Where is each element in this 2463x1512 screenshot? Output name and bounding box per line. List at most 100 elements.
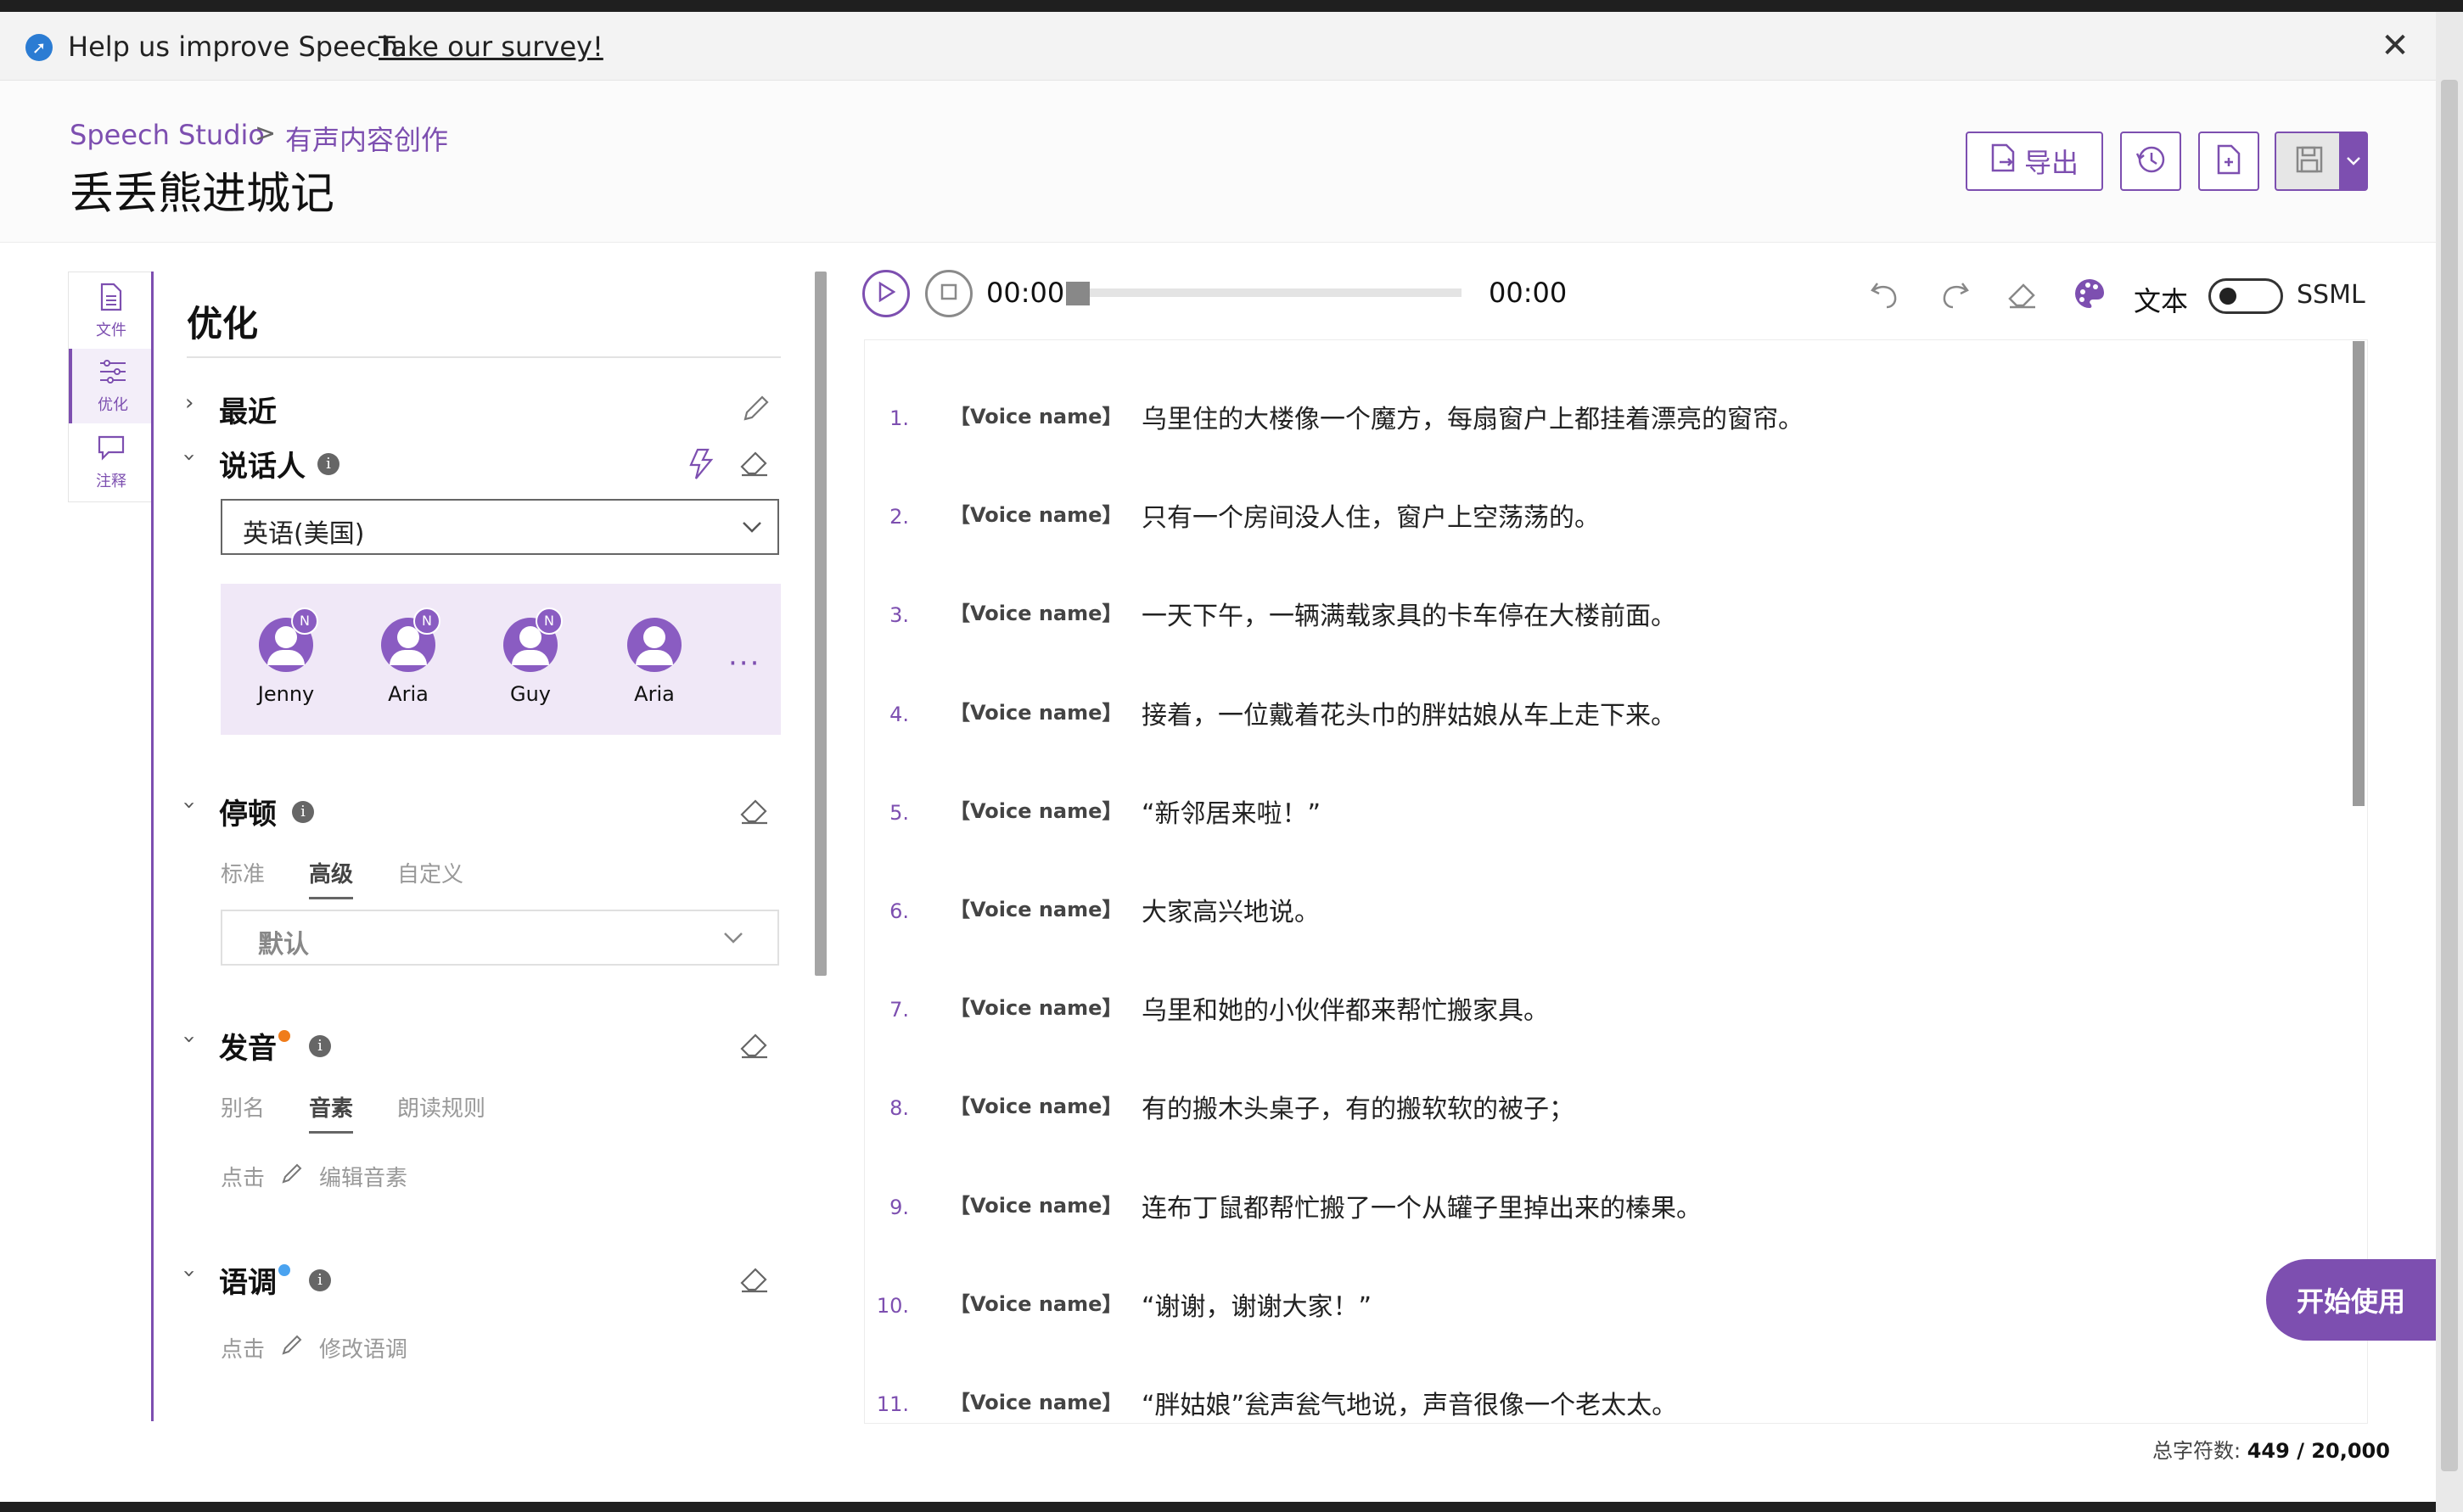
eraser-icon[interactable] (738, 1264, 772, 1298)
tab-alias[interactable]: 别名 (221, 1091, 265, 1134)
page-scrollbar-thumb[interactable] (2441, 80, 2458, 1471)
voice-name-tag[interactable]: 【Voice name】 (950, 794, 1122, 824)
nav-item-comments[interactable]: 注释 (69, 425, 154, 500)
script-line[interactable]: 2. 【Voice name】 只有一个房间没人住，窗户上空荡荡的。 (865, 493, 2342, 544)
auto-assign-icon[interactable] (687, 448, 721, 482)
script-line[interactable]: 3. 【Voice name】 一天下午，一辆满载家具的卡车停在大楼前面。 (865, 591, 2342, 642)
tab-phoneme[interactable]: 音素 (309, 1091, 354, 1134)
tab-pause-custom[interactable]: 自定义 (397, 857, 463, 899)
chevron-down-icon[interactable]: › (177, 1035, 202, 1044)
script-editor[interactable]: 1. 【Voice name】 乌里住的大楼像一个魔方，每扇窗户上都挂着漂亮的窗帘。… (864, 339, 2368, 1424)
voice-name-tag[interactable]: 【Voice name】 (950, 400, 1122, 429)
edit-intonation-link[interactable]: 修改语调 (319, 1332, 407, 1364)
save-button[interactable] (2275, 132, 2342, 191)
nav-label-optimize: 优化 (98, 396, 128, 414)
info-icon[interactable]: i (309, 1035, 331, 1057)
line-text[interactable]: 一天下午，一辆满载家具的卡车停在大楼前面。 (1142, 595, 1676, 632)
voice-name-tag[interactable]: 【Voice name】 (950, 1287, 1122, 1317)
voice-name-tag[interactable]: 【Voice name】 (950, 991, 1122, 1021)
voice-item[interactable]: Aria (616, 618, 693, 706)
chevron-down-icon[interactable]: › (177, 801, 202, 809)
edit-phoneme-link[interactable]: 编辑音素 (319, 1161, 407, 1192)
breadcrumb-speech-studio[interactable]: Speech Studio (70, 119, 265, 151)
line-text[interactable]: “胖姑娘”瓮声瓮气地说，声音很像一个老太太。 (1142, 1384, 1677, 1421)
info-icon[interactable]: i (317, 453, 339, 475)
line-text[interactable]: 乌里住的大楼像一个魔方，每扇窗户上都挂着漂亮的窗帘。 (1142, 398, 1804, 435)
new-document-button[interactable] (2198, 132, 2259, 191)
breadcrumb-audio-content[interactable]: 有声内容创作 (285, 119, 448, 158)
pencil-icon[interactable] (280, 1333, 304, 1363)
new-badge: N (291, 608, 318, 635)
script-line[interactable]: 10. 【Voice name】 “谢谢，谢谢大家！” (865, 1282, 2342, 1333)
tab-pause-standard[interactable]: 标准 (221, 857, 265, 899)
voice-item[interactable]: N Guy (492, 608, 569, 706)
editor-scrollbar-thumb[interactable] (2353, 341, 2365, 806)
palette-icon[interactable] (2071, 277, 2108, 314)
script-line[interactable]: 8. 【Voice name】 有的搬木头桌子，有的搬软软的被子； (865, 1084, 2342, 1135)
chevron-down-icon (723, 921, 743, 958)
tab-pause-advanced[interactable]: 高级 (309, 857, 354, 899)
save-options-dropdown[interactable] (2339, 132, 2368, 191)
chevron-down-icon[interactable]: › (177, 453, 202, 462)
chevron-right-icon[interactable]: › (185, 390, 194, 416)
ssml-mode-label[interactable]: SSML (2297, 280, 2365, 310)
eraser-icon[interactable] (738, 448, 772, 482)
script-line[interactable]: 4. 【Voice name】 接着，一位戴着花头巾的胖姑娘从车上走下来。 (865, 691, 2342, 742)
line-text[interactable]: 有的搬木头桌子，有的搬软软的被子； (1142, 1088, 1574, 1125)
nav-item-file[interactable]: 文件 (69, 274, 154, 349)
pause-select[interactable]: 默认 (221, 910, 779, 966)
eraser-icon[interactable] (2003, 277, 2040, 314)
script-line[interactable]: 6. 【Voice name】 大家高兴地说。 (865, 888, 2342, 938)
eraser-icon[interactable] (738, 1030, 772, 1064)
line-text[interactable]: 接着，一位戴着花头巾的胖姑娘从车上走下来。 (1142, 694, 1676, 731)
eraser-icon[interactable] (738, 796, 772, 830)
script-line[interactable]: 9. 【Voice name】 连布丁鼠都帮忙搬了一个从罐子里掉出来的榛果。 (865, 1184, 2342, 1235)
line-text[interactable]: 乌里和她的小伙伴都来帮忙搬家具。 (1142, 989, 1549, 1027)
history-button[interactable] (2120, 132, 2181, 191)
window-bottom-edge (0, 1502, 2436, 1512)
voice-item[interactable]: N Aria (370, 608, 446, 706)
info-icon[interactable]: i (309, 1269, 331, 1291)
panel-scrollbar-thumb[interactable] (815, 272, 827, 976)
survey-link[interactable]: Take our survey! (379, 31, 603, 63)
voice-name-tag[interactable]: 【Voice name】 (950, 1386, 1122, 1415)
more-voices-button[interactable]: ··· (728, 647, 760, 680)
script-line[interactable]: 7. 【Voice name】 乌里和她的小伙伴都来帮忙搬家具。 (865, 986, 2342, 1037)
script-line[interactable]: 1. 【Voice name】 乌里住的大楼像一个魔方，每扇窗户上都挂着漂亮的窗帘。 (865, 395, 2342, 445)
chevron-down-icon[interactable]: › (177, 1269, 202, 1278)
nav-item-optimize[interactable]: 优化 (69, 349, 154, 423)
voice-name-tag[interactable]: 【Voice name】 (950, 696, 1122, 725)
pencil-icon[interactable] (280, 1162, 304, 1191)
voice-name-tag[interactable]: 【Voice name】 (950, 498, 1122, 528)
line-text[interactable]: 连布丁鼠都帮忙搬了一个从罐子里掉出来的榛果。 (1142, 1187, 1702, 1224)
info-icon[interactable]: i (292, 801, 314, 823)
redo-icon[interactable] (1935, 277, 1972, 314)
voice-name-tag[interactable]: 【Voice name】 (950, 596, 1122, 626)
line-text[interactable]: “谢谢，谢谢大家！” (1142, 1285, 1372, 1323)
page-scrollbar[interactable] (2436, 12, 2463, 1512)
export-button[interactable]: 导出 (1966, 132, 2103, 191)
sliders-icon (98, 357, 127, 393)
playback-progress-handle[interactable] (1066, 282, 1090, 305)
line-text[interactable]: “新邻居来啦！” (1142, 792, 1321, 830)
playback-progress-bar[interactable] (1066, 288, 1462, 297)
close-icon[interactable]: ✕ (2376, 27, 2414, 64)
line-text[interactable]: 只有一个房间没人住，窗户上空荡荡的。 (1142, 496, 1600, 534)
play-button[interactable] (862, 270, 910, 317)
language-select[interactable]: 英语(美国) (221, 499, 779, 555)
voice-name-tag[interactable]: 【Voice name】 (950, 893, 1122, 922)
ssml-toggle[interactable] (2208, 278, 2283, 314)
tab-reading-rules[interactable]: 朗读规则 (397, 1091, 485, 1134)
line-number: 2. (889, 505, 909, 529)
undo-icon[interactable] (1867, 277, 1905, 314)
script-line[interactable]: 11. 【Voice name】 “胖姑娘”瓮声瓮气地说，声音很像一个老太太。 (865, 1380, 2342, 1423)
voice-item[interactable]: N Jenny (248, 608, 324, 706)
pencil-icon[interactable] (740, 394, 774, 428)
voice-name-tag[interactable]: 【Voice name】 (950, 1189, 1122, 1218)
line-text[interactable]: 大家高兴地说。 (1142, 891, 1320, 928)
get-started-button[interactable]: 开始使用 (2266, 1259, 2436, 1341)
voice-name-tag[interactable]: 【Voice name】 (950, 1089, 1122, 1119)
script-line[interactable]: 5. 【Voice name】 “新邻居来啦！” (865, 789, 2342, 840)
text-mode-label[interactable]: 文本 (2134, 280, 2188, 319)
stop-button[interactable] (925, 270, 973, 317)
